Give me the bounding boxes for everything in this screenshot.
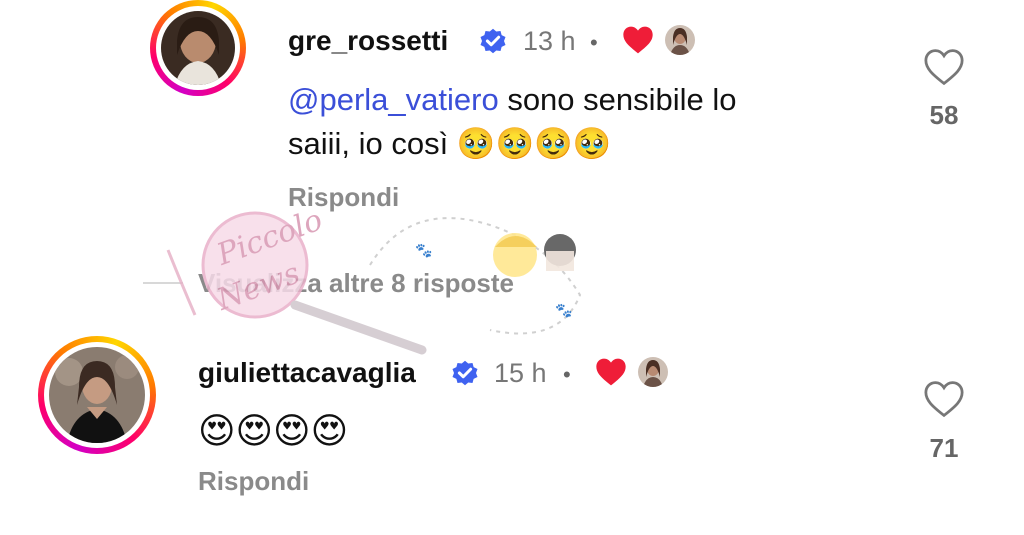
comment-text: 😍😍😍😍 <box>198 411 349 452</box>
avatar[interactable] <box>150 0 246 96</box>
separator-dot: • <box>590 30 598 55</box>
verified-badge-icon <box>452 360 478 386</box>
replies-divider <box>143 282 183 284</box>
separator-dot: • <box>563 362 571 387</box>
svg-text:🐾: 🐾 <box>415 242 432 259</box>
svg-text:Piccolo: Piccolo <box>212 205 327 273</box>
emoji-group: 🥹🥹🥹🥹 <box>456 126 612 162</box>
reply-button[interactable]: Rispondi <box>288 182 399 213</box>
like-count: 58 <box>929 100 959 130</box>
red-heart-icon <box>596 358 626 386</box>
username[interactable]: giuliettacavaglia <box>198 357 416 389</box>
comment-text: @perla_vatiero sono sensibile lo saiii, … <box>288 82 737 162</box>
avatar[interactable] <box>38 336 156 454</box>
timestamp: 15 h <box>494 358 547 388</box>
creator-avatar <box>638 357 668 387</box>
heart-outline-icon[interactable] <box>923 380 965 418</box>
timestamp: 13 h <box>523 26 576 56</box>
view-more-replies-button[interactable]: Visualizza altre 8 risposte <box>198 268 514 299</box>
svg-text:🐾: 🐾 <box>555 302 572 319</box>
mention-link[interactable]: @perla_vatiero <box>288 82 499 117</box>
heart-outline-icon[interactable] <box>923 48 965 86</box>
like-count: 71 <box>929 433 959 463</box>
creator-avatar <box>665 25 695 55</box>
username[interactable]: gre_rossetti <box>288 25 448 57</box>
reply-button[interactable]: Rispondi <box>198 466 309 497</box>
verified-badge-icon <box>480 28 506 54</box>
red-heart-icon <box>623 26 653 54</box>
